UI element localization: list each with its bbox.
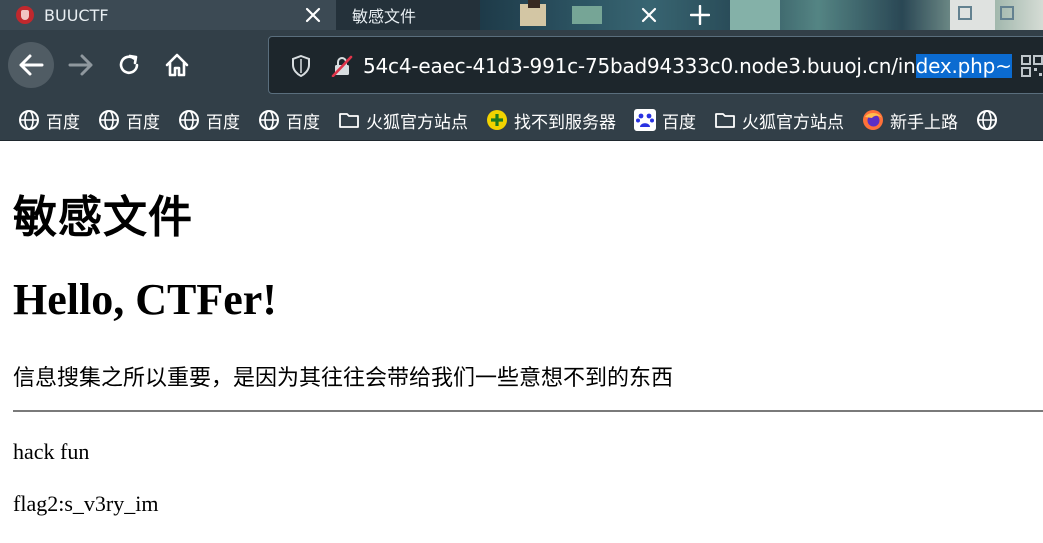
bookmark-label: 火狐官方站点 bbox=[742, 112, 844, 133]
plus-circle-icon bbox=[487, 110, 507, 130]
url-bar[interactable]: 54c4-eaec-41d3-991c-75bad94333c0.node3.b… bbox=[268, 36, 1043, 94]
tab-buuctf[interactable]: BUUCTF bbox=[0, 0, 336, 30]
tab-sensitive-file[interactable]: 敏感文件 bbox=[336, 0, 672, 30]
url-selected-part: dex.php~ bbox=[915, 54, 1012, 78]
firefox-icon bbox=[863, 110, 883, 130]
arrow-right-icon bbox=[68, 54, 93, 76]
back-button[interactable] bbox=[8, 42, 54, 88]
close-icon bbox=[305, 7, 321, 23]
hack-text: hack fun bbox=[13, 439, 90, 464]
bookmark-item[interactable]: 百度 bbox=[634, 108, 696, 133]
bookmark-item[interactable]: 找不到服务器 bbox=[486, 108, 616, 133]
home-icon bbox=[165, 53, 189, 77]
bookmark-item[interactable]: 火狐官方站点 bbox=[338, 108, 468, 133]
close-icon bbox=[641, 7, 657, 23]
bookmark-label: 火狐官方站点 bbox=[366, 112, 468, 133]
page-heading: 敏感文件 bbox=[13, 192, 193, 243]
tab-label: 敏感文件 bbox=[352, 7, 417, 26]
globe-icon bbox=[179, 110, 199, 130]
bookmark-item-overflow[interactable] bbox=[976, 109, 1004, 131]
url-unselected-part: 54c4-eaec-41d3-991c-75bad94333c0.node3.b… bbox=[363, 54, 916, 78]
home-button[interactable] bbox=[154, 42, 200, 88]
flag-text: flag2:s_v3ry_im bbox=[13, 491, 159, 516]
bookmark-item[interactable]: 百度 bbox=[98, 108, 160, 133]
reload-icon bbox=[119, 54, 139, 74]
horizontal-rule bbox=[13, 410, 1043, 412]
bookmark-item[interactable]: 百度 bbox=[258, 108, 320, 133]
tab-label: BUUCTF bbox=[44, 5, 109, 25]
globe-icon bbox=[19, 110, 39, 130]
bookmark-item[interactable]: 百度 bbox=[18, 108, 80, 133]
arrow-left-icon bbox=[19, 54, 44, 76]
bookmark-label: 百度 bbox=[662, 112, 696, 133]
bookmarks-toolbar: 百度 百度 百度 百度 火狐官方站点 找不到服务器 百度 火狐官方站点 新手上路 bbox=[0, 100, 1043, 141]
tab-strip: BUUCTF 敏感文件 bbox=[0, 0, 1043, 30]
tab-close-button[interactable] bbox=[298, 0, 328, 30]
bookmark-item[interactable]: 火狐官方站点 bbox=[714, 108, 844, 133]
buuctf-favicon-icon bbox=[16, 6, 34, 24]
bookmark-label: 百度 bbox=[126, 112, 160, 133]
bookmark-label: 新手上路 bbox=[890, 112, 958, 133]
new-tab-button[interactable] bbox=[684, 0, 716, 30]
forward-button[interactable] bbox=[58, 42, 104, 88]
globe-icon bbox=[99, 110, 119, 130]
qr-code-icon[interactable] bbox=[1021, 55, 1043, 77]
globe-icon bbox=[259, 110, 279, 130]
reload-button[interactable] bbox=[106, 42, 152, 88]
bookmark-item[interactable]: 百度 bbox=[178, 108, 240, 133]
baidu-paw-icon bbox=[634, 109, 656, 131]
bookmark-label: 找不到服务器 bbox=[514, 112, 616, 133]
plus-icon bbox=[690, 5, 710, 25]
bookmark-label: 百度 bbox=[206, 112, 240, 133]
folder-icon bbox=[339, 113, 359, 128]
bookmark-label: 百度 bbox=[286, 112, 320, 133]
greeting-heading: Hello, CTFer! bbox=[13, 275, 277, 324]
page-content: 敏感文件 Hello, CTFer! 信息搜集之所以重要，是因为其往往会带给我们… bbox=[0, 141, 1043, 543]
navigation-bar: 54c4-eaec-41d3-991c-75bad94333c0.node3.b… bbox=[0, 30, 1043, 100]
bookmark-item[interactable]: 新手上路 bbox=[862, 108, 958, 133]
tab-close-button[interactable] bbox=[634, 0, 664, 30]
bookmark-label: 百度 bbox=[46, 112, 80, 133]
folder-icon bbox=[715, 113, 735, 128]
tracking-shield-icon[interactable] bbox=[291, 55, 311, 77]
info-paragraph: 信息搜集之所以重要，是因为其往往会带给我们一些意想不到的东西 bbox=[13, 366, 674, 391]
insecure-lock-icon[interactable] bbox=[331, 55, 353, 77]
globe-icon bbox=[977, 110, 997, 130]
url-text[interactable]: 54c4-eaec-41d3-991c-75bad94333c0.node3.b… bbox=[363, 53, 1012, 79]
